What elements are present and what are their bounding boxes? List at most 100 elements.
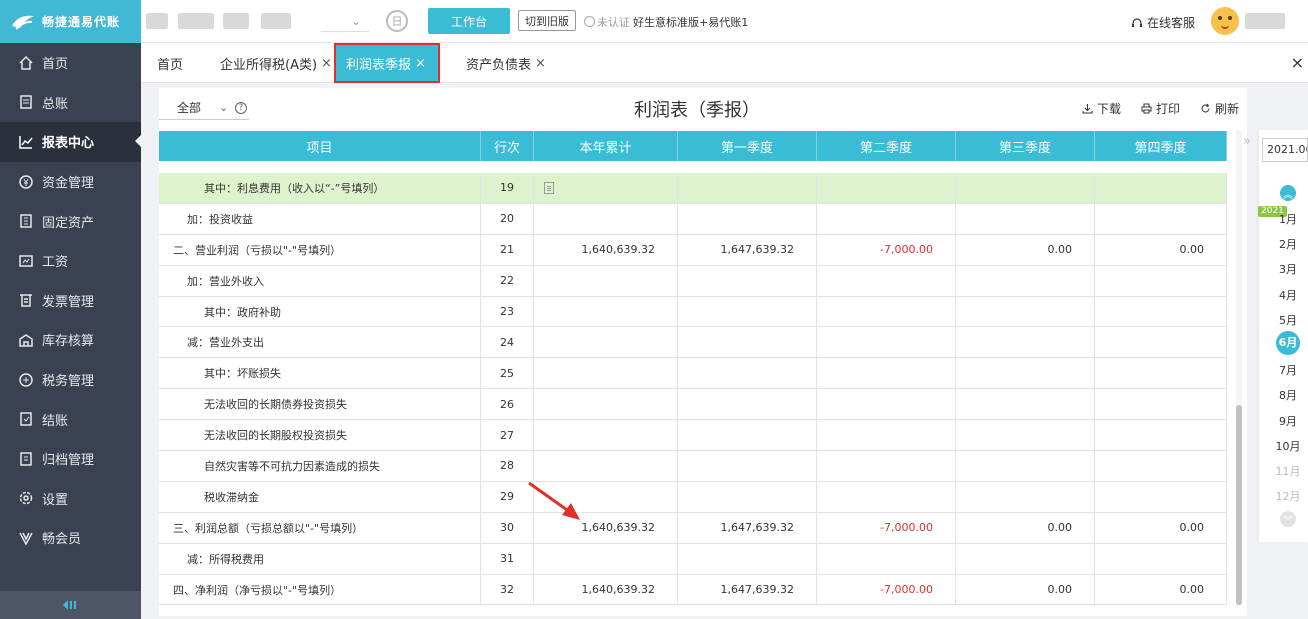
- table-row[interactable]: 四、净利润（净亏损以"-"号填列） 32 1,640,639.32 1,647,639…: [159, 574, 1227, 606]
- amount-cell[interactable]: [534, 358, 678, 389]
- sidebar-item-archive[interactable]: 归档管理: [0, 439, 141, 479]
- amount-cell[interactable]: 0.00: [956, 574, 1095, 605]
- tab-profit-quarterly[interactable]: 利润表季报 ×: [334, 43, 440, 83]
- amount-cell[interactable]: [1095, 173, 1227, 203]
- amount-cell[interactable]: [678, 327, 817, 358]
- amount-cell[interactable]: 0.00: [1095, 234, 1227, 265]
- amount-cell[interactable]: [1095, 358, 1227, 389]
- amount-cell[interactable]: [817, 543, 956, 574]
- amount-cell[interactable]: [534, 265, 678, 296]
- table-row[interactable]: 加：营业外收入 22: [159, 265, 1227, 297]
- amount-cell[interactable]: 1,640,639.32: [534, 234, 678, 265]
- amount-cell[interactable]: [956, 420, 1095, 451]
- amount-cell[interactable]: [956, 358, 1095, 389]
- print-button[interactable]: 打印: [1141, 100, 1180, 117]
- sidebar-item-invoices[interactable]: 发票管理: [0, 281, 141, 321]
- table-row[interactable]: 其中：政府补助 23: [159, 296, 1227, 328]
- tab-home[interactable]: 首页: [157, 43, 183, 83]
- amount-cell[interactable]: [956, 203, 1095, 234]
- amount-cell[interactable]: -7,000.00: [817, 512, 956, 543]
- table-row[interactable]: 加：投资收益 20: [159, 203, 1227, 235]
- calendar-icon[interactable]: 日: [386, 10, 408, 32]
- amount-cell[interactable]: [1095, 420, 1227, 451]
- refresh-button[interactable]: 刷新: [1200, 100, 1239, 117]
- amount-cell[interactable]: 0.00: [956, 234, 1095, 265]
- month-item[interactable]: 5月: [1274, 312, 1302, 328]
- amount-cell[interactable]: 1,647,639.32: [678, 574, 817, 605]
- month-item[interactable]: 9月: [1274, 413, 1302, 429]
- month-item[interactable]: 10月: [1274, 438, 1302, 454]
- amount-cell[interactable]: [678, 481, 817, 512]
- month-item[interactable]: 6月: [1276, 331, 1300, 355]
- tab-balance-sheet[interactable]: 资产负债表 ×: [466, 43, 546, 83]
- month-item[interactable]: 4月: [1274, 287, 1302, 303]
- amount-cell[interactable]: 1,640,639.32: [534, 574, 678, 605]
- amount-cell[interactable]: [678, 420, 817, 451]
- close-icon[interactable]: ×: [321, 56, 332, 71]
- close-icon[interactable]: ×: [415, 56, 426, 71]
- scrollbar-thumb[interactable]: [1236, 405, 1242, 605]
- switch-old-version-button[interactable]: 切到旧版: [518, 10, 576, 31]
- amount-cell[interactable]: [817, 327, 956, 358]
- amount-cell[interactable]: [534, 420, 678, 451]
- amount-cell[interactable]: [817, 451, 956, 481]
- amount-cell[interactable]: [678, 296, 817, 327]
- table-row[interactable]: 减：所得税费用 31: [159, 543, 1227, 575]
- amount-cell[interactable]: [678, 203, 817, 234]
- scroll-down-icon[interactable]: ︾: [1280, 511, 1296, 527]
- scroll-up-icon[interactable]: ︽: [1280, 185, 1296, 201]
- amount-cell[interactable]: [534, 451, 678, 481]
- expand-panel-icon[interactable]: »: [1243, 134, 1251, 149]
- sidebar-item-close-period[interactable]: 结账: [0, 399, 141, 439]
- month-item[interactable]: 8月: [1274, 387, 1302, 403]
- amount-cell[interactable]: [817, 265, 956, 296]
- redacted-username[interactable]: [1245, 13, 1285, 29]
- amount-cell[interactable]: 0.00: [1095, 512, 1227, 543]
- amount-cell[interactable]: [956, 451, 1095, 481]
- amount-cell[interactable]: [1095, 389, 1227, 420]
- amount-cell[interactable]: [678, 358, 817, 389]
- amount-cell[interactable]: [1095, 543, 1227, 574]
- table-row[interactable]: 自然灾害等不可抗力因素造成的损失 28: [159, 451, 1227, 482]
- amount-cell[interactable]: [534, 173, 678, 203]
- amount-cell[interactable]: [678, 543, 817, 574]
- amount-cell[interactable]: [817, 296, 956, 327]
- amount-cell[interactable]: [817, 358, 956, 389]
- amount-cell[interactable]: 1,647,639.32: [678, 512, 817, 543]
- amount-cell[interactable]: [534, 327, 678, 358]
- amount-cell[interactable]: [534, 389, 678, 420]
- help-icon[interactable]: ?: [235, 102, 247, 114]
- amount-cell[interactable]: [956, 389, 1095, 420]
- amount-cell[interactable]: [1095, 296, 1227, 327]
- sidebar-item-reports[interactable]: 报表中心: [0, 122, 141, 162]
- amount-cell[interactable]: [817, 420, 956, 451]
- amount-cell[interactable]: -7,000.00: [817, 234, 956, 265]
- sidebar-item-settings[interactable]: 设置: [0, 479, 141, 519]
- amount-cell[interactable]: [534, 296, 678, 327]
- amount-cell[interactable]: [956, 173, 1095, 203]
- amount-cell[interactable]: [956, 327, 1095, 358]
- amount-cell[interactable]: [1095, 481, 1227, 512]
- amount-cell[interactable]: [678, 173, 817, 203]
- sidebar-item-ledger[interactable]: 总账: [0, 83, 141, 123]
- sidebar-item-fixed-assets[interactable]: 固定资产: [0, 201, 141, 241]
- amount-cell[interactable]: [678, 265, 817, 296]
- sidebar-item-funds[interactable]: 资金管理: [0, 162, 141, 202]
- close-all-tabs-icon[interactable]: ×: [1291, 53, 1304, 72]
- amount-cell[interactable]: 1,647,639.32: [678, 234, 817, 265]
- sidebar-item-home[interactable]: 首页: [0, 43, 141, 83]
- amount-cell[interactable]: 0.00: [1095, 574, 1227, 605]
- online-service-button[interactable]: 在线客服: [1131, 14, 1195, 31]
- amount-cell[interactable]: [534, 481, 678, 512]
- amount-cell[interactable]: [678, 389, 817, 420]
- sidebar-collapse-button[interactable]: [0, 591, 141, 619]
- amount-cell[interactable]: [817, 481, 956, 512]
- amount-cell[interactable]: [534, 543, 678, 574]
- amount-cell[interactable]: 0.00: [956, 512, 1095, 543]
- scope-filter-select[interactable]: 全部 ⌄ ?: [159, 96, 249, 120]
- period-select[interactable]: 2021.06: [1262, 138, 1308, 162]
- amount-cell[interactable]: [678, 451, 817, 481]
- close-icon[interactable]: ×: [535, 56, 546, 71]
- month-item[interactable]: 3月: [1274, 261, 1302, 277]
- document-icon[interactable]: [544, 181, 554, 194]
